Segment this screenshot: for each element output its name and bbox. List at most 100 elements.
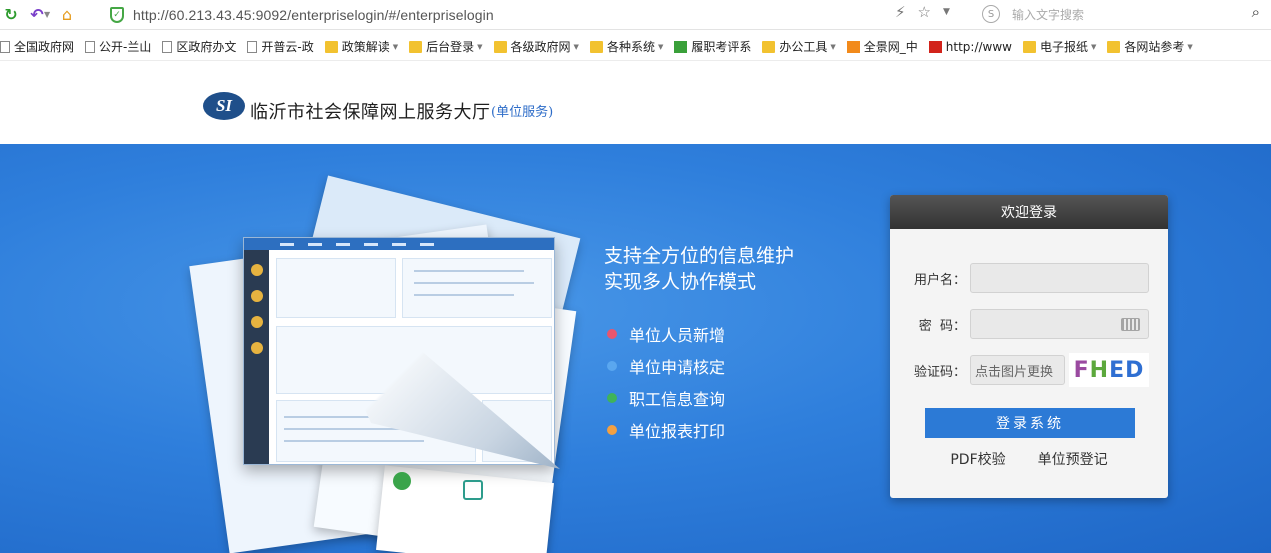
captcha-label: 验证码： — [913, 364, 966, 380]
bookmarks-bar: 全国政府网 公开-兰山 区政府办文 开普云-政 政策解读 ▼ 后台登录 ▼ 各级政府网 ▼ 各种系统… — [0, 33, 1271, 61]
search-box[interactable]: S 输入文字搜索 ⌕ — [978, 3, 1264, 25]
login-links: PDF校验 单位预登记 — [890, 449, 1168, 469]
username-label: 用户名： — [913, 272, 966, 288]
captcha-char: E — [1109, 357, 1126, 383]
bookmark-icon — [928, 40, 942, 53]
site-logo: SI — [203, 92, 245, 120]
bookmark-label: 后台登录 — [426, 40, 475, 54]
chevron-down-icon: ▼ — [477, 42, 483, 51]
bookmark-item[interactable]: 履职考评系 — [674, 38, 751, 55]
bookmark-label: 办公工具 — [779, 40, 828, 54]
bookmark-icon — [162, 40, 173, 53]
bullet-icon — [607, 393, 617, 403]
headline-line-1: 支持全方位的信息维护 — [604, 245, 795, 267]
login-header: 欢迎登录 — [890, 195, 1168, 229]
bookmark-label: 公开-兰山 — [99, 40, 152, 54]
address-bar[interactable]: ✓ http://60.213.43.45:9092/enterpriselog… — [102, 2, 972, 27]
captcha-char: H — [1089, 357, 1110, 383]
bookmark-icon — [0, 40, 10, 53]
bookmark-icon — [674, 40, 688, 53]
feature-item: 单位报表打印 — [607, 414, 725, 446]
chevron-down-icon: ▼ — [657, 42, 664, 51]
banner-headline: 支持全方位的信息维护 实现多人协作模式 — [604, 243, 794, 295]
feature-item: 单位申请核定 — [607, 350, 725, 382]
folder-icon — [589, 40, 603, 53]
login-panel: 欢迎登录 用户名： 密 码： 验证码： 点击图片更换 FHED 登录系统 PDF… — [890, 195, 1168, 498]
captcha-field[interactable]: 点击图片更换 — [970, 355, 1065, 385]
reload-icon[interactable]: ↻ — [0, 2, 24, 28]
bookmark-item[interactable]: 各网站参考 ▼ — [1107, 38, 1193, 55]
lightning-icon[interactable]: ⚡ — [895, 3, 906, 21]
bookmark-item[interactable]: 办公工具 ▼ — [762, 38, 836, 55]
bookmark-label: 全景网_中 — [863, 40, 918, 54]
bookmark-label: 开普云-政 — [261, 40, 314, 54]
illustration-icon — [463, 480, 483, 500]
captcha-char: D — [1125, 357, 1145, 383]
bookmark-label: http://www — [945, 39, 1012, 54]
site-subtitle: (单位服务) — [491, 105, 554, 120]
bookmark-label: 区政府办文 — [176, 40, 237, 54]
password-row: 密 码： — [890, 309, 1168, 339]
url-text[interactable]: http://60.213.43.45:9092/enterpriselogin… — [133, 7, 494, 23]
star-icon[interactable]: ☆ — [918, 3, 931, 21]
feature-item: 职工信息查询 — [607, 382, 725, 414]
bookmark-icon — [846, 40, 860, 53]
bookmark-label: 政策解读 — [341, 40, 390, 54]
bookmark-item[interactable]: 政策解读 ▼ — [324, 38, 399, 55]
password-field[interactable] — [970, 309, 1149, 339]
shield-icon: ✓ — [110, 6, 124, 23]
bookmark-item[interactable]: 各级政府网 ▼ — [493, 38, 579, 55]
chevron-down-icon: ▼ — [830, 42, 836, 51]
folder-icon — [409, 40, 423, 53]
site-title: 临沂市社会保障网上服务大厅 — [250, 102, 491, 123]
bullet-icon — [607, 329, 617, 339]
preregister-link[interactable]: 单位预登记 — [1038, 449, 1108, 469]
site-header: SI 临沂市社会保障网上服务大厅 (单位服务) — [0, 62, 1271, 144]
bookmark-label: 各网站参考 — [1124, 40, 1185, 54]
search-icon[interactable]: ⌕ — [1252, 3, 1260, 21]
pdf-verify-link[interactable]: PDF校验 — [950, 449, 1005, 469]
captcha-image[interactable]: FHED — [1069, 353, 1149, 387]
folder-icon — [1023, 40, 1036, 53]
bookmark-label: 各种系统 — [606, 40, 655, 54]
bookmark-item[interactable]: 公开-兰山 — [85, 38, 151, 55]
folder-icon — [1107, 40, 1121, 53]
home-icon[interactable]: ⌂ — [54, 2, 80, 28]
bookmark-item[interactable]: 区政府办文 — [162, 38, 236, 55]
folder-icon — [762, 40, 776, 53]
folder-icon — [493, 40, 507, 53]
bookmark-label: 全国政府网 — [14, 40, 75, 54]
folder-icon — [324, 40, 338, 53]
bookmark-label: 各级政府网 — [510, 40, 571, 54]
bookmark-item[interactable]: 电子报纸 ▼ — [1023, 38, 1096, 55]
keyboard-icon[interactable] — [1121, 318, 1140, 331]
username-field[interactable] — [970, 263, 1149, 293]
password-label: 密 码： — [918, 318, 966, 334]
captcha-char: F — [1073, 357, 1090, 383]
bookmark-item[interactable]: http://www — [928, 39, 1012, 54]
chevron-down-icon: ▼ — [392, 42, 399, 51]
feature-list: 单位人员新增 单位申请核定 职工信息查询 单位报表打印 — [607, 318, 725, 446]
chevron-down-icon[interactable]: ▼ — [44, 10, 54, 19]
bookmark-item[interactable]: 后台登录 ▼ — [409, 38, 483, 55]
captcha-row: 验证码： 点击图片更换 FHED — [890, 353, 1168, 387]
illustration-icon — [393, 472, 411, 490]
browser-toolbar: ↻ ↶ ▼ ⌂ ✓ http://60.213.43.45:9092/enter… — [0, 0, 1271, 30]
chevron-down-icon[interactable]: ▼ — [943, 7, 950, 17]
bookmark-item[interactable]: 开普云-政 — [247, 38, 314, 55]
hero-banner: 支持全方位的信息维护 实现多人协作模式 单位人员新增 单位申请核定 职工信息查询… — [0, 144, 1271, 553]
search-input[interactable]: 输入文字搜索 — [1012, 6, 1084, 23]
bookmark-icon — [85, 40, 96, 53]
bullet-icon — [607, 425, 617, 435]
bookmark-label: 电子报纸 — [1040, 40, 1089, 54]
chevron-down-icon: ▼ — [1187, 42, 1193, 51]
chevron-down-icon: ▼ — [573, 42, 579, 51]
username-row: 用户名： — [890, 263, 1168, 293]
bookmark-item[interactable]: 全景网_中 — [846, 38, 918, 55]
login-button[interactable]: 登录系统 — [925, 408, 1135, 438]
headline-line-2: 实现多人协作模式 — [604, 271, 757, 293]
bookmark-item[interactable]: 全国政府网 — [0, 38, 74, 55]
bullet-icon — [607, 361, 617, 371]
bookmark-item[interactable]: 各种系统 ▼ — [589, 38, 664, 55]
search-engine-icon[interactable]: S — [982, 5, 1000, 23]
